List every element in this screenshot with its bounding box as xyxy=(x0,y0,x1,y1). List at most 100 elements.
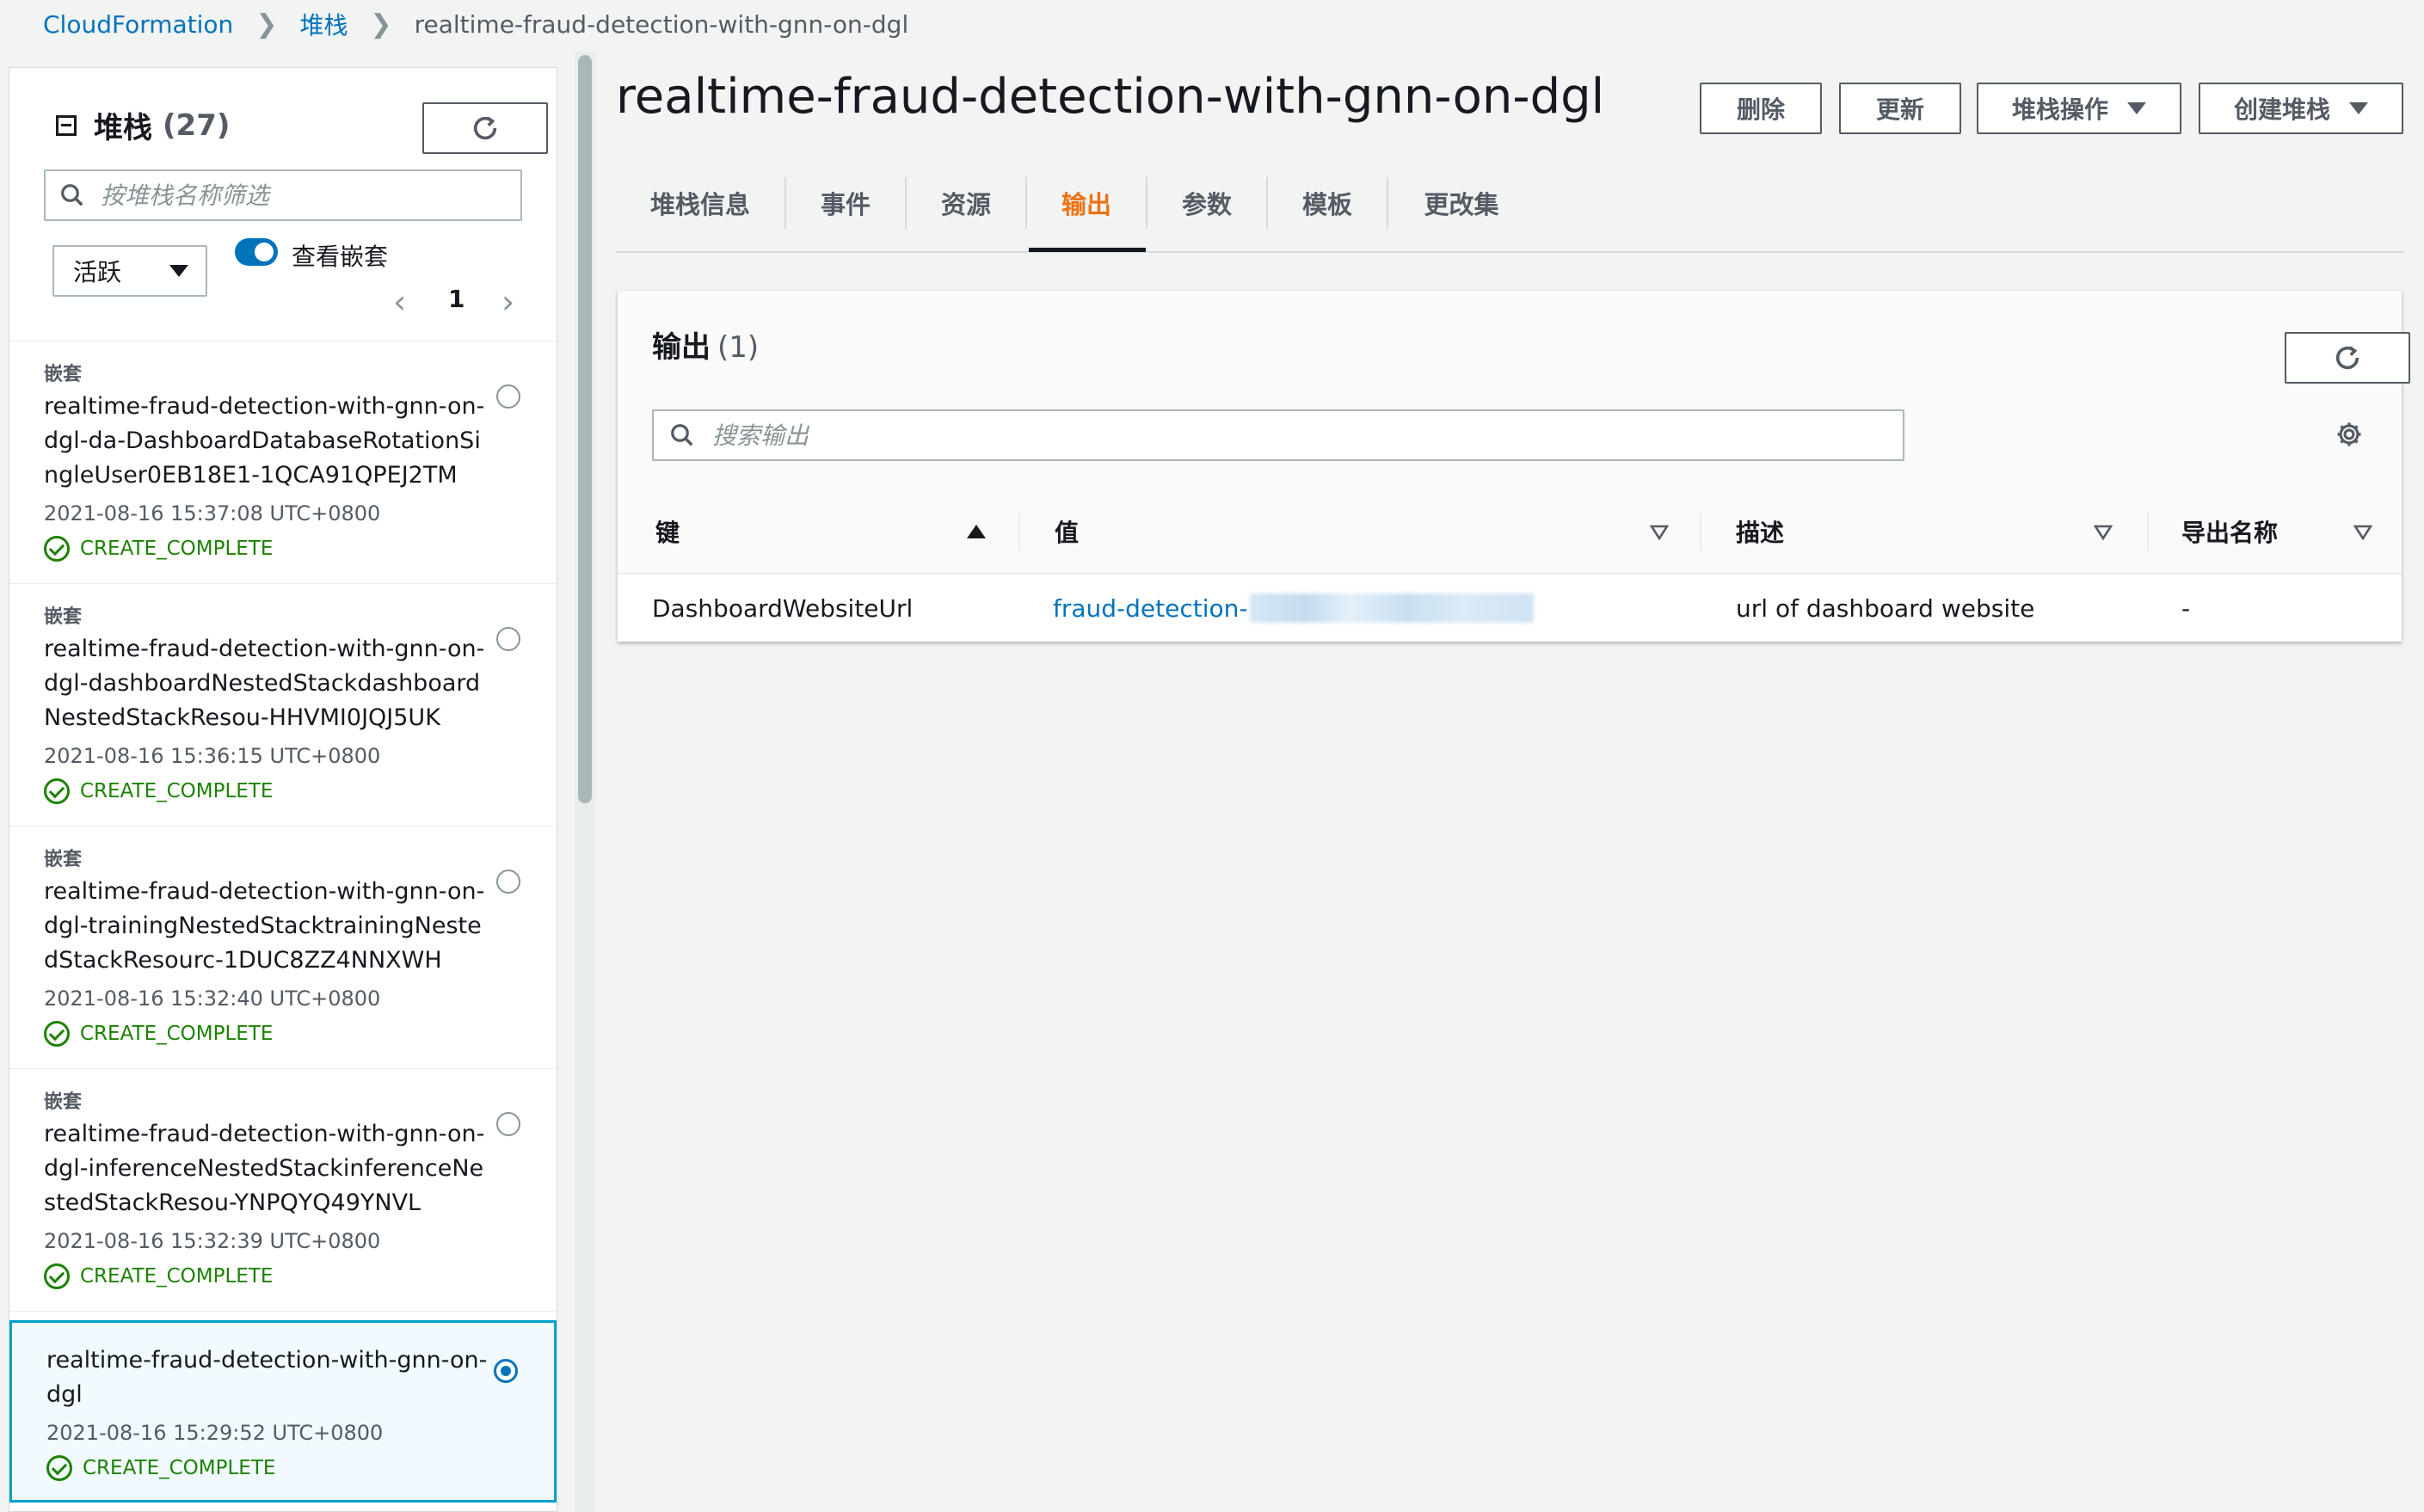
create-stack-label: 创建堆栈 xyxy=(2233,96,2330,123)
refresh-stacks-button[interactable] xyxy=(422,102,548,154)
stack-radio[interactable] xyxy=(496,870,520,894)
stack-detail-tabs: 堆栈信息 事件 资源 输出 参数 模板 更改集 xyxy=(616,172,2403,253)
outputs-search-input[interactable] xyxy=(712,421,1903,450)
stack-list-item-selected[interactable]: realtime-fraud-detection-with-gnn-on-dgl… xyxy=(9,1320,557,1503)
tab-parameters[interactable]: 参数 xyxy=(1147,177,1266,229)
stack-name: realtime-fraud-detection-with-gnn-on-dgl… xyxy=(44,1121,485,1216)
chevron-right-icon: ❯ xyxy=(370,9,392,40)
previous-page-icon[interactable]: ‹ xyxy=(393,283,406,321)
breadcrumb-stacks-link[interactable]: 堆栈 xyxy=(299,7,348,41)
refresh-icon xyxy=(2335,346,2359,370)
tab-outputs[interactable]: 输出 xyxy=(1027,177,1146,229)
redacted-value xyxy=(1249,593,1534,623)
current-page[interactable]: 1 xyxy=(448,285,464,313)
create-stack-button[interactable]: 创建堆栈 xyxy=(2199,83,2403,134)
nested-label: 嵌套 xyxy=(44,1091,83,1113)
column-header-export-name[interactable]: 导出名称 xyxy=(2181,489,2278,575)
stacks-panel-header: 堆栈 (27) 活跃 查看嵌套 ‹ 1 › xyxy=(9,68,557,341)
stacks-count: (27) xyxy=(163,108,231,143)
caret-down-icon xyxy=(2349,102,2368,114)
stack-status-text: CREATE_COMPLETE xyxy=(80,538,274,560)
view-nested-toggle[interactable] xyxy=(235,238,278,266)
output-description: url of dashboard website xyxy=(1736,593,2035,623)
nested-label: 嵌套 xyxy=(44,364,83,385)
stacks-panel: 堆栈 (27) 活跃 查看嵌套 ‹ 1 › 嵌套 realtime-fraud-… xyxy=(9,67,557,1512)
refresh-icon xyxy=(473,116,497,140)
output-export-name: - xyxy=(2181,593,2191,623)
stack-date: 2021-08-16 15:32:39 UTC+0800 xyxy=(44,1229,381,1253)
column-header-value[interactable]: 值 xyxy=(1055,489,1079,575)
delete-button[interactable]: 删除 xyxy=(1700,83,1822,134)
stack-name: realtime-fraud-detection-with-gnn-on-dgl… xyxy=(44,636,485,731)
panel-scrollbar-thumb[interactable] xyxy=(578,55,592,803)
success-check-icon xyxy=(46,1455,72,1481)
update-button-label: 更新 xyxy=(1875,96,1924,123)
output-key: DashboardWebsiteUrl xyxy=(652,593,914,623)
tab-resources[interactable]: 资源 xyxy=(907,177,1025,229)
stack-status: CREATE_COMPLETE xyxy=(44,1021,522,1047)
output-value-link[interactable]: fraud-detection- xyxy=(1053,575,1534,642)
tab-stack-info[interactable]: 堆栈信息 xyxy=(616,177,784,229)
status-filter-select[interactable]: 活跃 xyxy=(52,245,207,297)
tab-change-sets[interactable]: 更改集 xyxy=(1388,177,1535,229)
stack-actions-button[interactable]: 堆栈操作 xyxy=(1977,83,2181,134)
stack-radio[interactable] xyxy=(496,384,520,409)
stack-filter-input[interactable] xyxy=(101,181,520,210)
stack-list-item[interactable]: 嵌套 realtime-fraud-detection-with-gnn-on-… xyxy=(9,341,557,584)
nested-label: 嵌套 xyxy=(44,849,83,870)
sort-icon[interactable] xyxy=(2094,525,2113,540)
table-row: DashboardWebsiteUrl fraud-detection- url… xyxy=(618,575,2402,642)
stacks-panel-title: 堆栈 (27) xyxy=(56,104,230,146)
column-header-description[interactable]: 描述 xyxy=(1736,489,1784,575)
status-filter-value: 活跃 xyxy=(73,258,122,286)
stack-radio[interactable] xyxy=(496,1112,520,1136)
tab-events[interactable]: 事件 xyxy=(786,177,905,229)
stack-radio[interactable] xyxy=(496,627,520,651)
search-icon xyxy=(671,424,693,446)
stack-list-item[interactable]: 嵌套 realtime-fraud-detection-with-gnn-on-… xyxy=(9,1069,557,1312)
stacks-title: 堆栈 xyxy=(94,111,152,145)
collapse-panel-icon[interactable] xyxy=(56,114,77,136)
stack-date: 2021-08-16 15:29:52 UTC+0800 xyxy=(46,1421,384,1445)
column-divider xyxy=(1018,513,1020,550)
stack-status-text: CREATE_COMPLETE xyxy=(80,780,274,802)
breadcrumb-cloudformation-link[interactable]: CloudFormation xyxy=(43,10,233,39)
outputs-panel: 输出(1) 键 值 描述 导出名称 DashboardWebsiteUrl fr… xyxy=(618,291,2410,642)
stack-radio-selected[interactable] xyxy=(494,1359,518,1383)
gear-icon[interactable] xyxy=(2335,420,2364,449)
stack-status-text: CREATE_COMPLETE xyxy=(80,1023,274,1045)
update-button[interactable]: 更新 xyxy=(1839,83,1961,134)
stack-date: 2021-08-16 15:32:40 UTC+0800 xyxy=(44,986,381,1011)
outputs-title-text: 输出 xyxy=(652,330,711,365)
stack-name: realtime-fraud-detection-with-gnn-on-dgl… xyxy=(44,393,485,489)
sort-icon[interactable] xyxy=(1650,525,1669,540)
stack-filter-box xyxy=(44,169,522,221)
stack-status: CREATE_COMPLETE xyxy=(44,1263,522,1289)
outputs-count: (1) xyxy=(717,330,760,365)
next-page-icon[interactable]: › xyxy=(501,283,514,321)
column-divider xyxy=(2147,513,2149,550)
chevron-right-icon: ❯ xyxy=(255,9,278,40)
success-check-icon xyxy=(44,778,70,804)
caret-down-icon xyxy=(169,265,188,277)
tab-template[interactable]: 模板 xyxy=(1268,177,1387,229)
stack-list-item[interactable]: 嵌套 realtime-fraud-detection-with-gnn-on-… xyxy=(9,827,557,1069)
refresh-outputs-button[interactable] xyxy=(2285,332,2410,384)
sort-icon[interactable] xyxy=(2353,525,2372,540)
delete-button-label: 删除 xyxy=(1736,96,1785,123)
stack-status-text: CREATE_COMPLETE xyxy=(80,1265,274,1288)
outputs-search-box xyxy=(652,409,1904,461)
stack-actions-label: 堆栈操作 xyxy=(2011,96,2108,123)
nested-label: 嵌套 xyxy=(44,606,83,628)
success-check-icon xyxy=(44,1021,70,1047)
outputs-title: 输出 (1) xyxy=(652,323,759,366)
stack-list-item[interactable]: 嵌套 realtime-fraud-detection-with-gnn-on-… xyxy=(9,584,557,827)
search-icon xyxy=(61,184,83,206)
stack-date: 2021-08-16 15:37:08 UTC+0800 xyxy=(44,501,381,526)
active-tab-indicator xyxy=(1029,248,1146,252)
sort-ascending-icon[interactable] xyxy=(967,525,986,538)
stack-name: realtime-fraud-detection-with-gnn-on-dgl xyxy=(46,1347,488,1408)
stack-status: CREATE_COMPLETE xyxy=(46,1455,520,1481)
breadcrumb: CloudFormation ❯ 堆栈 ❯ realtime-fraud-det… xyxy=(43,7,908,41)
column-header-key[interactable]: 键 xyxy=(655,489,680,575)
